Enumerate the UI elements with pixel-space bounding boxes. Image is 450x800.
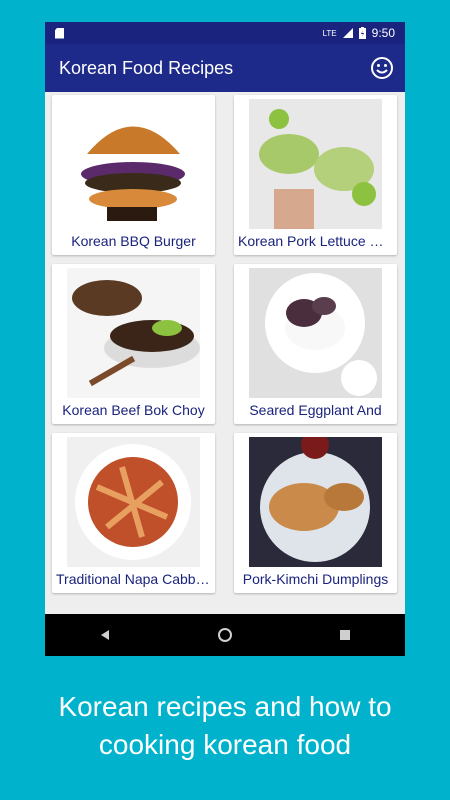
recipe-card[interactable]: Korean Pork Lettuce Wraps (234, 95, 397, 255)
recipe-label: Seared Eggplant And (249, 402, 382, 418)
promo-caption: Korean recipes and how to cooking korean… (0, 688, 450, 764)
beef-bok-choy-image (67, 268, 200, 398)
recipe-label: Korean BBQ Burger (71, 233, 196, 249)
back-button[interactable] (85, 615, 125, 655)
recipe-label: Traditional Napa Cabbage (56, 571, 215, 587)
recipe-card[interactable]: Traditional Napa Cabbage (52, 433, 215, 593)
burger-image (67, 99, 200, 229)
recents-button[interactable] (325, 615, 365, 655)
home-icon (218, 628, 232, 642)
recents-icon (340, 630, 350, 640)
recipe-card[interactable]: Pork-Kimchi Dumplings (234, 433, 397, 593)
home-button[interactable] (205, 615, 245, 655)
recipe-label: Korean Beef Bok Choy (62, 402, 205, 418)
recipe-card[interactable]: Korean Beef Bok Choy (52, 264, 215, 424)
recipe-card[interactable]: Korean BBQ Burger (52, 95, 215, 255)
caption-line-2: cooking korean food (98, 729, 352, 760)
caption-line-1: Korean recipes and how to (58, 691, 392, 722)
app-bar: Korean Food Recipes (45, 44, 405, 92)
network-indicator: LTE (322, 28, 337, 38)
eggplant-image (249, 268, 382, 398)
signal-icon (342, 28, 353, 38)
sim-card-icon (55, 27, 64, 39)
clock: 9:50 (371, 26, 395, 40)
recipe-grid: Korean BBQ Burger Korean Pork Lettuce Wr… (45, 92, 405, 614)
recipe-label: Pork-Kimchi Dumplings (242, 571, 389, 587)
status-bar: LTE 9:50 (45, 22, 405, 44)
battery-icon (358, 27, 366, 39)
smiley-icon[interactable] (369, 55, 395, 81)
lettuce-wraps-image (249, 99, 382, 229)
dumplings-image (249, 437, 382, 567)
system-nav-bar (45, 614, 405, 656)
app-title: Korean Food Recipes (59, 57, 234, 78)
recipe-label: Korean Pork Lettuce Wraps (238, 233, 397, 249)
recipe-card[interactable]: Seared Eggplant And (234, 264, 397, 424)
phone-screen: LTE 9:50 Korean Food Recipes Korean BBQ … (45, 22, 405, 656)
napa-cabbage-image (67, 437, 200, 567)
back-icon (101, 630, 109, 640)
